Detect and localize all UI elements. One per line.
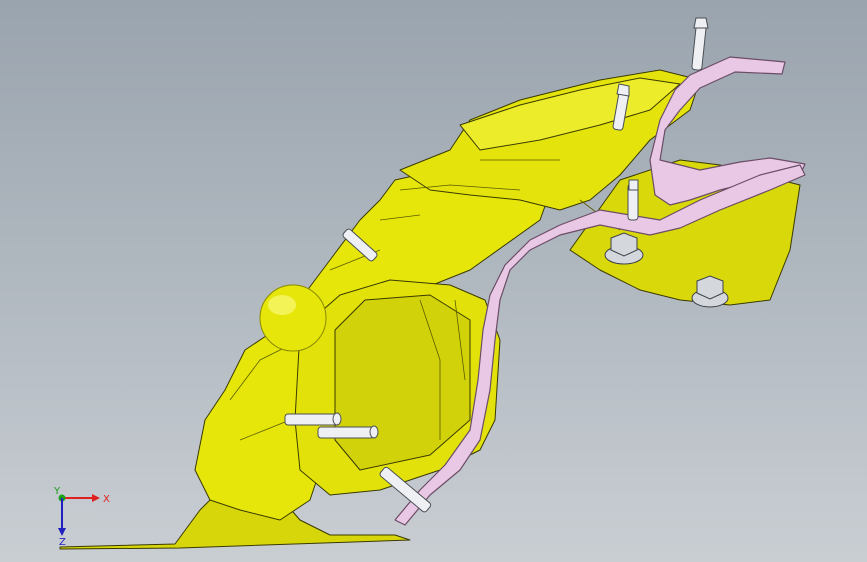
yellow-ball[interactable] [259, 284, 327, 352]
pin-front-b [317, 425, 379, 439]
nut-left [604, 232, 644, 265]
graphics-viewport[interactable]: X Y Z [0, 0, 867, 562]
stud-top [691, 17, 709, 71]
pin-front-a [284, 412, 342, 426]
3d-model-view[interactable] [0, 0, 867, 562]
stud-middle [627, 179, 639, 221]
nut-right [691, 275, 729, 308]
yellow-panel-part[interactable] [59, 69, 801, 550]
